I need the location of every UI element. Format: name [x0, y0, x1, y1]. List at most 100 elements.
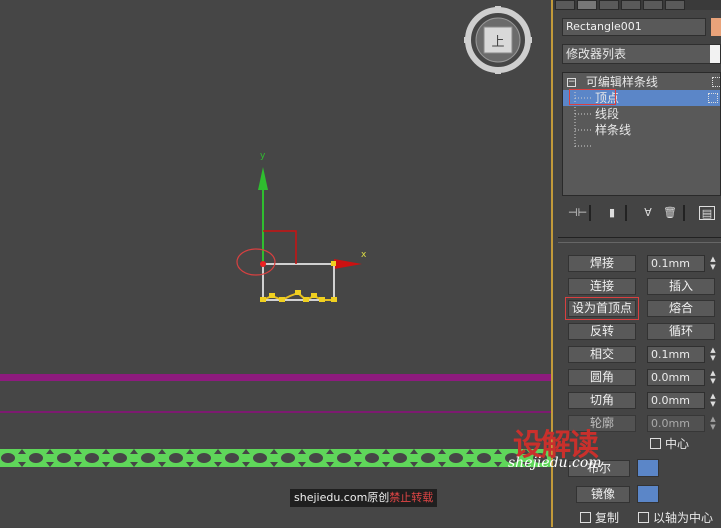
weld-threshold-input[interactable]: 0.1mm [647, 255, 705, 272]
chain-link [365, 453, 379, 463]
chain-link [141, 453, 155, 463]
chain-link [449, 453, 463, 463]
corner-vertex[interactable] [331, 261, 336, 266]
chain-link [421, 453, 435, 463]
chain-link [197, 453, 211, 463]
modifier-list-label: 修改器列表 [566, 47, 627, 61]
chain-link [1, 453, 15, 463]
weld-button[interactable]: 焊接 [568, 255, 636, 272]
chain-link [337, 453, 351, 463]
spline-vertex[interactable] [260, 297, 266, 302]
tab-hierarchy[interactable] [599, 0, 619, 10]
chain-link [225, 453, 239, 463]
object-name-field[interactable]: Rectangle001 [562, 18, 706, 36]
toolbar-separator [625, 205, 627, 221]
tab-display[interactable] [643, 0, 663, 10]
chain-link [57, 453, 71, 463]
fillet-spinner[interactable]: ▲ ▼ [708, 369, 718, 386]
configure-sets-icon[interactable]: ▤ [699, 206, 715, 220]
spline-vertex[interactable] [279, 297, 285, 302]
spline-vertex[interactable] [303, 297, 309, 302]
chain-link [309, 453, 323, 463]
spline-vertex[interactable] [331, 297, 337, 302]
object-color-swatch[interactable] [711, 18, 721, 36]
intersect-spinner[interactable]: ▲ ▼ [708, 346, 718, 363]
subtraction-icon[interactable] [662, 459, 684, 477]
center-label: 中心 [665, 437, 690, 451]
view-cube[interactable]: 上 [464, 6, 532, 74]
spline-shape[interactable] [236, 248, 337, 302]
chamfer-button[interactable]: 切角 [568, 392, 636, 409]
view-cube-label: 上 [491, 35, 504, 50]
first-vertex[interactable] [260, 261, 266, 267]
watermark-site: shejiedu.com原创 [294, 491, 390, 504]
toolbar-separator [683, 205, 685, 221]
panel-divider [558, 237, 721, 238]
fillet-input[interactable]: 0.0mm [647, 369, 705, 386]
center-checkbox[interactable] [650, 438, 661, 449]
stack-root-label: 可编辑样条线 [585, 75, 658, 89]
tab-motion[interactable] [621, 0, 641, 10]
outline-spinner[interactable]: ▲ ▼ [708, 415, 718, 432]
chain-link [477, 453, 491, 463]
union-icon[interactable] [637, 459, 659, 477]
intersect-button[interactable]: 相交 [568, 346, 636, 363]
mirror-horizontal-icon[interactable] [637, 485, 659, 503]
chain-link [29, 453, 43, 463]
mirror-button[interactable]: 镜像 [576, 486, 630, 503]
show-end-result-icon[interactable]: ▮ [604, 206, 620, 220]
make-unique-icon[interactable]: ∀ [640, 206, 656, 220]
tab-create[interactable] [555, 0, 575, 10]
intersection-icon[interactable] [687, 459, 709, 477]
connect-button[interactable]: 连接 [568, 278, 636, 295]
intersect-input[interactable]: 0.1mm [647, 346, 705, 363]
toolbar-separator [589, 205, 591, 221]
viewport-canvas[interactable]: 上 y x [0, 0, 552, 527]
copy-label: 复制 [595, 511, 620, 525]
guide-line-thin [0, 411, 552, 413]
gizmo-y-label: y [260, 151, 266, 161]
chain-link [113, 453, 127, 463]
watermark-bar: shejiedu.com原创禁止转载 [290, 489, 438, 507]
tab-utilities[interactable] [665, 0, 685, 10]
viewport-top[interactable]: 上 y x [0, 0, 552, 527]
spline-vertex[interactable] [295, 290, 301, 295]
chamfer-input[interactable]: 0.0mm [647, 392, 705, 409]
watermark-warning: 禁止转载 [389, 491, 434, 504]
chain-shape[interactable] [0, 449, 552, 467]
transform-gizmo[interactable]: y x [258, 151, 367, 269]
panel-tabs [553, 0, 721, 10]
weld-spinner[interactable]: ▲ ▼ [708, 255, 718, 272]
show-end-result-icon[interactable] [712, 77, 721, 87]
geometry-rollout: 焊接 0.1mm ▲ ▼ 连接 插入 设为首顶点 熔合 反转 循环 相交 0.1m… [558, 242, 721, 528]
pin-stack-icon[interactable]: ⊣⊢ [568, 206, 587, 220]
chevron-down-icon[interactable] [710, 45, 720, 63]
cycle-button[interactable]: 循环 [647, 323, 715, 340]
fuse-button[interactable]: 熔合 [647, 300, 715, 317]
copy-checkbox[interactable] [580, 512, 591, 523]
collapse-icon[interactable]: − [567, 78, 576, 87]
chain-link [85, 453, 99, 463]
spline-vertex[interactable] [311, 293, 317, 298]
about-pivot-checkbox[interactable] [638, 512, 649, 523]
spline-vertex[interactable] [319, 297, 325, 302]
mirror-vertical-icon[interactable] [662, 485, 684, 503]
insert-button[interactable]: 插入 [647, 278, 715, 295]
chamfer-spinner[interactable]: ▲ ▼ [708, 392, 718, 409]
tab-modify[interactable] [577, 0, 597, 10]
about-pivot-label: 以轴为中心 [653, 511, 714, 525]
gizmo-x-label: x [361, 250, 367, 260]
stack-item-root[interactable]: − 可编辑样条线 [563, 74, 721, 90]
mirror-both-icon[interactable] [687, 485, 709, 503]
modifier-list-dropdown[interactable]: 修改器列表 [562, 44, 721, 64]
remove-modifier-icon[interactable]: 🗑 [662, 206, 678, 220]
outline-input[interactable]: 0.0mm [647, 415, 705, 432]
subobject-dots-icon [708, 93, 718, 103]
spline-vertex[interactable] [269, 293, 275, 298]
chain-link [169, 453, 183, 463]
reverse-button[interactable]: 反转 [568, 323, 636, 340]
vertex-highlight-box [569, 89, 616, 105]
fillet-button[interactable]: 圆角 [568, 369, 636, 386]
stack-toolbar: ⊣⊢ ▮ ∀ 🗑 ▤ [553, 204, 721, 224]
make-first-highlight [565, 297, 639, 320]
